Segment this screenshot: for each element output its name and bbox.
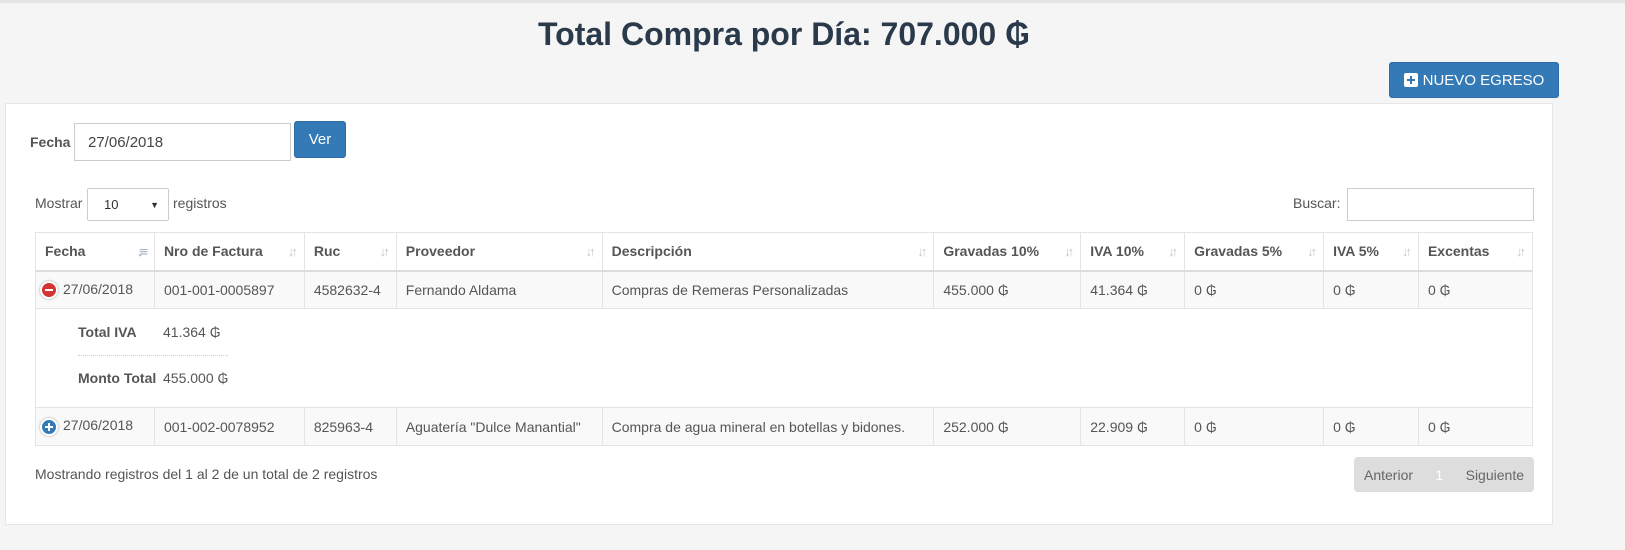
sort-icon: ↓↑	[1307, 244, 1317, 259]
col-header-label: Fecha	[45, 243, 86, 260]
cell-excentas: 0 ₲	[1417, 270, 1534, 309]
col-header-label: IVA 5%	[1333, 243, 1379, 260]
cell-gravadas5: 0 ₲	[1184, 407, 1325, 446]
view-button[interactable]: Ver	[294, 121, 346, 158]
cell-fecha: 27/06/2018	[35, 270, 155, 309]
detail-divider	[78, 355, 228, 356]
plus-square-icon	[1403, 73, 1418, 87]
cell-excentas: 0 ₲	[1417, 407, 1534, 446]
col-header-label: Excentas	[1427, 243, 1490, 260]
date-input[interactable]	[74, 123, 291, 161]
sort-icon: ↓↑	[585, 244, 596, 259]
sort-icon: ↓↑	[1516, 244, 1526, 259]
sort-icon: ↓↑	[287, 244, 298, 259]
col-header-iva5[interactable]: IVA 5% ↓↑	[1323, 232, 1419, 272]
new-expense-label: NUEVO EGRESO	[1422, 71, 1545, 89]
sort-icon: ↓↑	[379, 244, 390, 259]
records-label: registros	[173, 195, 227, 211]
cell-gravadas10: 252.000 ₲	[933, 407, 1082, 446]
sort-desc-icon: ↓≡	[136, 244, 148, 259]
cell-proveedor: Fernando Aldama	[395, 270, 603, 309]
page-length-value: 10	[104, 197, 119, 212]
table-row: 27/06/2018 001-002-0078952 825963-4 Agua…	[35, 407, 1534, 446]
cell-text: 27/06/2018	[63, 280, 134, 297]
cell-iva5: 0 ₲	[1323, 270, 1419, 309]
col-header-ruc[interactable]: Ruc ↓↑	[303, 232, 397, 272]
cell-factura: 001-001-0005897	[153, 270, 305, 309]
col-header-label: Nro de Factura	[163, 243, 263, 260]
sort-icon: ↓↑	[917, 244, 927, 259]
cell-descripcion: Compra de agua mineral en botellas y bid…	[601, 407, 935, 446]
col-header-gravadas5[interactable]: Gravadas 5% ↓↑	[1184, 232, 1325, 272]
cell-gravadas10: 455.000 ₲	[933, 270, 1082, 309]
pagination: Anterior 1 Siguiente	[1354, 457, 1534, 492]
monto-total-label: Monto Total	[78, 370, 157, 386]
caret-down-icon: ▼	[150, 200, 159, 210]
top-border	[0, 0, 1625, 3]
monto-total-value: 455.000 ₲	[163, 370, 229, 386]
cell-factura: 001-002-0078952	[153, 407, 305, 446]
col-header-proveedor[interactable]: Proveedor ↓↑	[395, 232, 603, 272]
detail-cell: Total IVA 41.364 ₲ Monto Total 455.000 ₲	[35, 308, 1533, 408]
next-button[interactable]: Siguiente	[1466, 467, 1524, 483]
col-header-label: Gravadas 10%	[943, 243, 1040, 260]
cell-ruc: 825963-4	[303, 407, 397, 446]
col-header-fecha[interactable]: Fecha ↓≡	[35, 232, 155, 272]
col-header-descripcion[interactable]: Descripción ↓↑	[601, 232, 935, 272]
page-title: Total Compra por Día: 707.000 ₲	[538, 16, 1030, 52]
col-header-gravadas10[interactable]: Gravadas 10% ↓↑	[933, 232, 1082, 272]
row-detail: Total IVA 41.364 ₲ Monto Total 455.000 ₲	[35, 308, 1533, 408]
show-label: Mostrar	[35, 195, 83, 211]
collapse-icon[interactable]	[40, 280, 58, 299]
cell-fecha: 27/06/2018	[35, 407, 155, 446]
page-length-select[interactable]: 10 ▼	[87, 188, 169, 221]
cell-iva10: 41.364 ₲	[1080, 270, 1186, 309]
col-header-label: IVA 10%	[1090, 243, 1144, 260]
search-label: Buscar:	[1293, 195, 1341, 211]
table-header-row: Fecha ↓≡ Nro de Factura ↓↑ Ruc ↓↑ Proveedor…	[35, 232, 1534, 272]
cell-text: 27/06/2018	[63, 417, 134, 434]
prev-button[interactable]: Anterior	[1364, 467, 1413, 483]
col-header-label: Ruc	[313, 243, 341, 260]
sort-icon: ↓↑	[1064, 244, 1074, 259]
page-1-button[interactable]: 1	[1435, 467, 1443, 483]
date-label: Fecha	[30, 134, 71, 150]
main-panel: Fecha Ver Mostrar 10 ▼ registros Buscar:…	[5, 103, 1553, 525]
col-header-label: Descripción	[611, 243, 692, 260]
cell-gravadas5: 0 ₲	[1184, 270, 1325, 309]
sort-icon: ↓↑	[1168, 244, 1178, 259]
col-header-label: Proveedor	[405, 243, 476, 260]
cell-descripcion: Compras de Remeras Personalizadas	[601, 270, 935, 309]
col-header-factura[interactable]: Nro de Factura ↓↑	[153, 232, 305, 272]
purchases-table: Fecha ↓≡ Nro de Factura ↓↑ Ruc ↓↑ Proveedor…	[35, 232, 1534, 446]
col-header-iva10[interactable]: IVA 10% ↓↑	[1080, 232, 1186, 272]
search-input[interactable]	[1347, 188, 1534, 221]
sort-icon: ↓↑	[1401, 244, 1412, 259]
total-iva-value: 41.364 ₲	[163, 324, 221, 340]
table-info: Mostrando registros del 1 al 2 de un tot…	[35, 466, 378, 482]
cell-iva5: 0 ₲	[1323, 407, 1419, 446]
new-expense-button[interactable]: NUEVO EGRESO	[1389, 62, 1559, 98]
detail-panel: Total IVA 41.364 ₲ Monto Total 455.000 ₲	[45, 309, 1532, 407]
cell-proveedor: Aguatería "Dulce Manantial"	[395, 407, 603, 446]
cell-ruc: 4582632-4	[303, 270, 397, 309]
col-header-label: Gravadas 5%	[1194, 243, 1283, 260]
cell-iva10: 22.909 ₲	[1080, 407, 1186, 446]
total-iva-label: Total IVA	[78, 324, 137, 340]
expand-icon[interactable]	[40, 417, 58, 436]
table-row: 27/06/2018 001-001-0005897 4582632-4 Fer…	[35, 270, 1534, 309]
col-header-excentas[interactable]: Excentas ↓↑	[1417, 232, 1534, 272]
